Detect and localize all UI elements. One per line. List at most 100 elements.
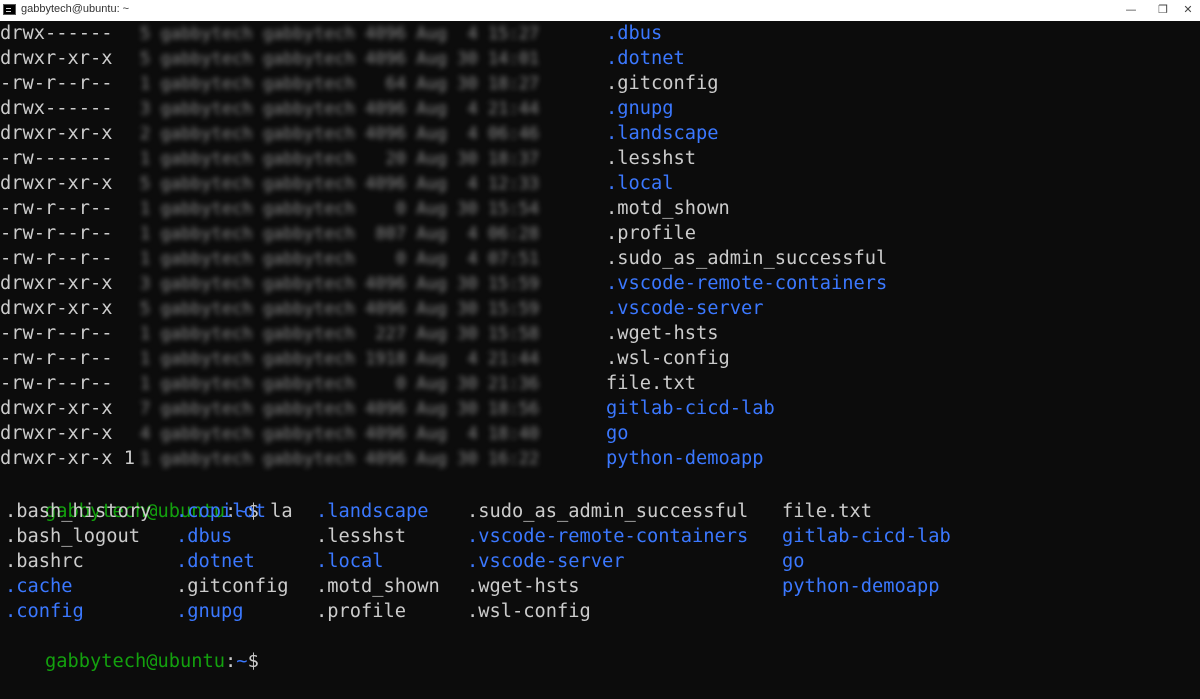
prompt-path: ~ [236, 651, 248, 672]
entered-command: la [270, 501, 293, 522]
listing-row: -rw-r--r-- 1 gabbytech gabbytech 0 Aug 30… [0, 196, 1200, 221]
la-directory-entry: .landscape [316, 501, 429, 522]
directory-name: .local [606, 173, 674, 194]
blurred-file-metadata: 1 gabbytech gabbytech 0 Aug 30 15:54 [140, 199, 540, 219]
listing-row: drwxr-xr-x 5 gabbytech gabbytech 4096 Aug… [0, 171, 1200, 196]
la-file-entry: file.txt [782, 501, 873, 522]
la-directory-entry: gitlab-cicd-lab [782, 526, 951, 547]
la-file-entry: .gitconfig [176, 576, 289, 597]
blurred-file-metadata: 5 gabbytech gabbytech 4096 Aug 30 15:59 [140, 299, 540, 319]
blurred-file-metadata: 1 gabbytech gabbytech 0 Aug 30 21:36 [140, 374, 540, 394]
permissions: -rw-r--r-- [0, 373, 113, 394]
la-file-entry: .sudo_as_admin_successful [467, 501, 749, 522]
permissions: drwx------ [0, 23, 113, 44]
listing-row: -rw-r--r-- 1 gabbytech gabbytech 0 Aug 4 … [0, 246, 1200, 271]
la-directory-entry: .cache [5, 576, 73, 597]
listing-row: -rw------- 1 gabbytech gabbytech 20 Aug 3… [0, 146, 1200, 171]
permissions: drwxr-xr-x [0, 273, 113, 294]
directory-name: go [606, 423, 629, 444]
permissions: -rw-r--r-- [0, 198, 113, 219]
close-button[interactable]: ✕ [1176, 0, 1200, 21]
permissions: -rw-r--r-- [0, 348, 113, 369]
listing-row: drwxr-xr-x 7 gabbytech gabbytech 4096 Aug… [0, 396, 1200, 421]
directory-name: .gnupg [606, 98, 674, 119]
directory-name: gitlab-cicd-lab [606, 398, 775, 419]
file-name: .gitconfig [606, 73, 719, 94]
file-name: .wget-hsts [606, 323, 719, 344]
listing-row: -rw-r--r-- 1 gabbytech gabbytech 807 Aug … [0, 221, 1200, 246]
la-directory-entry: .vscode-remote-containers [467, 526, 749, 547]
permissions: -rw-r--r-- [0, 223, 113, 244]
blurred-file-metadata: 1 gabbytech gabbytech 807 Aug 4 06:28 [140, 224, 540, 244]
la-directory-entry: .vscode-server [467, 551, 625, 572]
blurred-file-metadata: 3 gabbytech gabbytech 4096 Aug 30 15:59 [140, 274, 540, 294]
title-bar: gabbytech@ubuntu: ~ — ❐ ✕ [0, 0, 1200, 21]
la-directory-entry: .dbus [176, 526, 233, 547]
blurred-file-metadata: 1 gabbytech gabbytech 1918 Aug 4 21:44 [140, 349, 540, 369]
file-name: file.txt [606, 373, 697, 394]
window-title: gabbytech@ubuntu: ~ [21, 3, 130, 15]
la-file-entry: .lesshst [316, 526, 407, 547]
listing-row: drwx------ 5 gabbytech gabbytech 4096 Aug… [0, 21, 1200, 46]
blurred-file-metadata: 3 gabbytech gabbytech 4096 Aug 4 21:44 [140, 99, 540, 119]
listing-row: drwxr-xr-x 4 gabbytech gabbytech 4096 Aug… [0, 421, 1200, 446]
file-name: .wsl-config [606, 348, 730, 369]
directory-name: .landscape [606, 123, 719, 144]
la-directory-entry: .dotnet [176, 551, 255, 572]
listing-row: drwxr-xr-x 5 gabbytech gabbytech 4096 Aug… [0, 46, 1200, 71]
la-file-entry: .bash_logout [5, 526, 141, 547]
la-file-entry: .motd_shown [316, 576, 440, 597]
listing-row: -rw-r--r-- 1 gabbytech gabbytech 64 Aug 3… [0, 71, 1200, 96]
directory-name: python-demoapp [606, 448, 764, 469]
blurred-file-metadata: 1 gabbytech gabbytech 64 Aug 30 18:27 [140, 74, 540, 94]
prompt-symbol: $ [247, 651, 271, 672]
listing-row: -rw-r--r-- 1 gabbytech gabbytech 227 Aug … [0, 321, 1200, 346]
permissions: -rw-r--r-- [0, 73, 113, 94]
permissions: drwxr-xr-x 1 [0, 448, 136, 469]
blurred-file-metadata: 1 gabbytech gabbytech 0 Aug 4 07:51 [140, 249, 540, 269]
directory-name: .vscode-server [606, 298, 764, 319]
terminal-app-icon [3, 4, 16, 15]
permissions: drwx------ [0, 98, 113, 119]
listing-row: drwx------ 3 gabbytech gabbytech 4096 Aug… [0, 96, 1200, 121]
la-directory-entry: python-demoapp [782, 576, 940, 597]
la-directory-entry: go [782, 551, 805, 572]
blurred-file-metadata: 5 gabbytech gabbytech 4096 Aug 4 15:27 [140, 24, 540, 44]
terminal-output[interactable]: drwx------ 5 gabbytech gabbytech 4096 Aug… [0, 21, 1200, 672]
la-directory-entry: .copilot [176, 501, 267, 522]
prompt-colon: : [225, 651, 237, 672]
listing-row: drwxr-xr-x 5 gabbytech gabbytech 4096 Aug… [0, 296, 1200, 321]
permissions: -rw-r--r-- [0, 248, 113, 269]
la-file-entry: .wsl-config [467, 601, 591, 622]
permissions: drwxr-xr-x [0, 423, 113, 444]
blurred-file-metadata: 1 gabbytech gabbytech 227 Aug 30 15:58 [140, 324, 540, 344]
listing-row: -rw-r--r-- 1 gabbytech gabbytech 1918 Aug… [0, 346, 1200, 371]
directory-name: .dbus [606, 23, 663, 44]
la-directory-entry: .config [5, 601, 84, 622]
listing-row: drwxr-xr-x 11 gabbytech gabbytech 4096 A… [0, 446, 1200, 471]
la-directory-entry: .local [316, 551, 384, 572]
permissions: drwxr-xr-x [0, 173, 113, 194]
permissions: drwxr-xr-x [0, 398, 113, 419]
active-prompt-line[interactable]: gabbytech@ubuntu:~$ [0, 624, 270, 672]
file-name: .motd_shown [606, 198, 730, 219]
listing-row: drwxr-xr-x 2 gabbytech gabbytech 4096 Aug… [0, 121, 1200, 146]
blurred-file-metadata: 4 gabbytech gabbytech 4096 Aug 4 18:40 [140, 424, 540, 444]
permissions: -rw-r--r-- [0, 323, 113, 344]
prompt-user-host: gabbytech@ubuntu [45, 651, 226, 672]
blurred-file-metadata: 1 gabbytech gabbytech 20 Aug 30 18:37 [140, 149, 540, 169]
la-file-entry: .bash_history [5, 501, 152, 522]
file-name: .profile [606, 223, 697, 244]
listing-row: -rw-r--r-- 1 gabbytech gabbytech 0 Aug 30… [0, 371, 1200, 396]
directory-name: .dotnet [606, 48, 685, 69]
permissions: drwxr-xr-x [0, 48, 113, 69]
la-directory-entry: .gnupg [176, 601, 244, 622]
blurred-file-metadata: 1 gabbytech gabbytech 4096 Aug 30 16:22 [140, 449, 540, 469]
permissions: drwxr-xr-x [0, 298, 113, 319]
permissions: drwxr-xr-x [0, 123, 113, 144]
la-file-entry: .profile [316, 601, 407, 622]
blurred-file-metadata: 7 gabbytech gabbytech 4096 Aug 30 18:56 [140, 399, 540, 419]
file-name: .sudo_as_admin_successful [606, 248, 888, 269]
la-file-entry: .wget-hsts [467, 576, 580, 597]
blurred-file-metadata: 5 gabbytech gabbytech 4096 Aug 30 14:01 [140, 49, 540, 69]
